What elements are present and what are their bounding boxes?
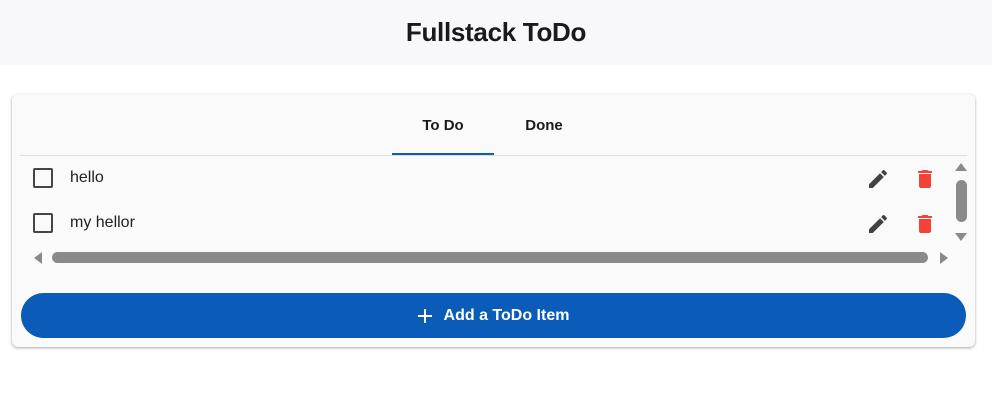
trash-icon: [918, 215, 932, 233]
pencil-icon: [869, 169, 888, 188]
horizontal-scrollbar[interactable]: [28, 251, 949, 265]
tab-todo[interactable]: To Do: [392, 94, 494, 156]
todo-card: To Do Done hello my hellor Add a ToDo It…: [12, 94, 975, 347]
delete-button[interactable]: [913, 212, 937, 236]
item-text: hello: [70, 169, 104, 186]
pencil-icon: [869, 214, 888, 233]
item-checkbox[interactable]: [33, 168, 53, 188]
horizontal-scroll-thumb[interactable]: [52, 252, 928, 263]
list-item: my hellor: [20, 202, 947, 246]
edit-button[interactable]: [866, 212, 890, 236]
add-todo-label: Add a ToDo Item: [443, 306, 570, 324]
scroll-right-arrow-icon[interactable]: [940, 252, 948, 264]
vertical-scrollbar[interactable]: [955, 163, 967, 243]
app-header: Fullstack ToDo: [0, 0, 992, 65]
item-text: my hellor: [70, 214, 135, 231]
item-checkbox[interactable]: [33, 213, 53, 233]
plus-icon: [417, 308, 432, 323]
scroll-down-arrow-icon[interactable]: [955, 233, 967, 241]
todo-list: hello my hellor: [20, 157, 967, 267]
active-tab-indicator: [392, 153, 494, 155]
tab-done[interactable]: Done: [494, 94, 594, 156]
delete-button[interactable]: [913, 167, 937, 191]
vertical-scroll-thumb[interactable]: [956, 180, 967, 222]
edit-button[interactable]: [866, 167, 890, 191]
scroll-left-arrow-icon[interactable]: [34, 252, 42, 264]
add-todo-button[interactable]: Add a ToDo Item: [21, 293, 966, 338]
scroll-up-arrow-icon[interactable]: [955, 163, 967, 171]
trash-icon: [918, 170, 932, 188]
app-title: Fullstack ToDo: [405, 17, 587, 47]
tab-bar: To Do Done: [20, 94, 967, 156]
list-item: hello: [20, 157, 947, 201]
